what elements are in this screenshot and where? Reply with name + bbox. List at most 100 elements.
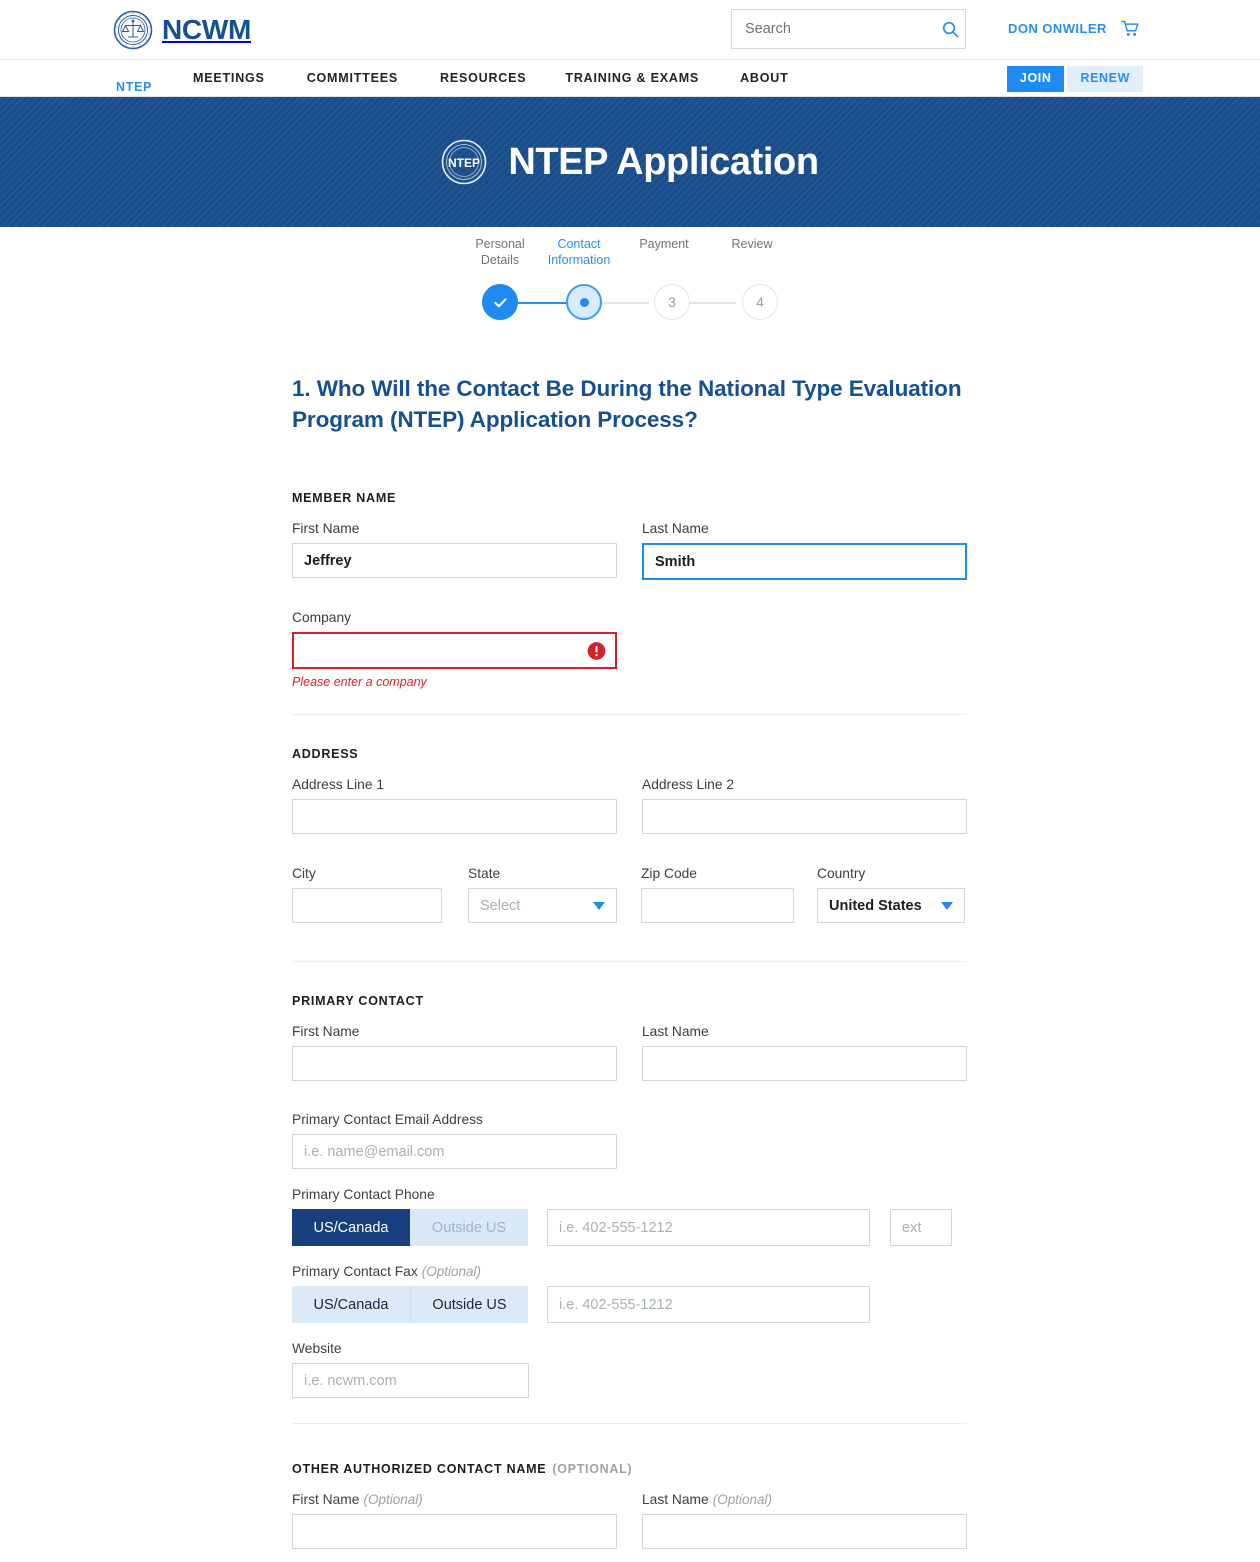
label-country: Country — [817, 866, 866, 881]
nav-item-resources[interactable]: RESOURCES — [440, 71, 526, 85]
step-connector-1 — [510, 302, 573, 304]
divider-after-primary-contact — [292, 1423, 967, 1424]
input-zip-code[interactable] — [641, 888, 794, 923]
input-city[interactable] — [292, 888, 442, 923]
main-nav: NTEP MEETINGS COMMITTEES RESOURCES TRAIN… — [0, 59, 1260, 97]
nav-item-committees[interactable]: COMMITTEES — [307, 71, 398, 85]
section-heading-other-text: OTHER AUTHORIZED CONTACT NAME — [292, 1462, 547, 1476]
renew-button[interactable]: RENEW — [1067, 66, 1143, 92]
top-bar: NCWM DON ONWILER — [0, 0, 1260, 59]
join-button[interactable]: JOIN — [1006, 66, 1065, 92]
svg-text:NTEP: NTEP — [448, 156, 480, 170]
input-primary-first-name[interactable] — [292, 1046, 617, 1081]
search-box[interactable] — [731, 9, 966, 49]
step-marker-4[interactable]: 4 — [742, 284, 778, 320]
question-title: 1. Who Will the Contact Be During the Na… — [292, 376, 962, 432]
address-lines-row: Address Line 1 Address Line 2 — [292, 776, 967, 847]
input-primary-last-name[interactable] — [642, 1046, 967, 1081]
input-primary-fax[interactable] — [547, 1286, 870, 1323]
step-label-payment[interactable]: Payment — [633, 237, 695, 253]
step-0-line1: Personal — [475, 237, 525, 251]
fax-region-toggle: US/Canada Outside US — [292, 1286, 528, 1323]
input-address-line-2[interactable] — [642, 799, 967, 834]
select-country[interactable]: United States — [817, 888, 965, 923]
label-primary-fax: Primary Contact Fax (Optional) — [292, 1263, 967, 1280]
label-primary-first-name: First Name — [292, 1024, 360, 1039]
ncwm-logo-link[interactable]: NCWM — [113, 10, 251, 50]
nav-item-meetings[interactable]: MEETINGS — [193, 71, 265, 85]
user-area: DON ONWILER — [1008, 20, 1140, 37]
ncwm-logo-text: NCWM — [162, 13, 251, 45]
field-primary-last-name: Last Name — [642, 1023, 967, 1081]
step-marker-2-active[interactable] — [566, 284, 602, 320]
field-website: Website — [292, 1340, 529, 1398]
label-other-first-name: First Name (Optional) — [292, 1491, 617, 1508]
field-address-line-1: Address Line 1 — [292, 776, 617, 834]
application-stepper: Personal Details Contact Information Pay… — [0, 227, 1260, 342]
step-label-personal-details[interactable]: Personal Details — [472, 237, 528, 268]
nav-item-training-exams[interactable]: TRAINING & EXAMS — [565, 71, 699, 85]
field-city: City — [292, 865, 442, 923]
input-other-last-name[interactable] — [642, 1514, 967, 1549]
nav-item-ntep[interactable]: NTEP — [116, 80, 152, 94]
field-primary-phone: Primary Contact Phone US/Canada Outside … — [292, 1186, 967, 1246]
fax-toggle-us-canada[interactable]: US/Canada — [292, 1286, 410, 1323]
section-heading-other-authorized-contact: OTHER AUTHORIZED CONTACT NAME (OPTIONAL) — [292, 1462, 967, 1476]
input-company[interactable] — [292, 632, 617, 669]
label-primary-email: Primary Contact Email Address — [292, 1112, 483, 1127]
label-member-last-name: Last Name — [642, 521, 709, 536]
step-label-review[interactable]: Review — [721, 237, 783, 253]
error-icon — [587, 641, 606, 660]
label-company: Company — [292, 610, 352, 625]
label-address-line-2: Address Line 2 — [642, 777, 735, 792]
field-zip-code: Zip Code — [641, 865, 794, 923]
nav-item-about[interactable]: ABOUT — [740, 71, 788, 85]
input-member-last-name[interactable] — [642, 543, 967, 580]
label-state: State — [468, 866, 501, 881]
label-primary-fax-text: Primary Contact Fax — [292, 1264, 418, 1279]
step-1-line1: Contact — [557, 237, 601, 251]
label-primary-fax-optional: (Optional) — [421, 1264, 482, 1279]
section-heading-other-optional: (OPTIONAL) — [552, 1462, 633, 1476]
select-state[interactable]: Select — [468, 888, 617, 923]
input-member-first-name[interactable] — [292, 543, 617, 578]
error-message-company: Please enter a company — [292, 675, 427, 689]
label-address-line-1: Address Line 1 — [292, 777, 385, 792]
field-primary-first-name: First Name — [292, 1023, 617, 1081]
section-heading-address: ADDRESS — [292, 747, 359, 761]
input-primary-phone-ext[interactable] — [890, 1209, 952, 1246]
label-other-first-name-optional: (Optional) — [363, 1492, 423, 1507]
search-icon[interactable] — [942, 21, 959, 38]
step-marker-3[interactable]: 3 — [654, 284, 690, 320]
field-address-line-2: Address Line 2 — [642, 776, 967, 834]
primary-contact-name-row: First Name Last Name — [292, 1023, 967, 1094]
label-other-first-name-text: First Name — [292, 1492, 360, 1507]
cart-icon[interactable] — [1121, 20, 1140, 37]
field-state: State Select — [468, 865, 617, 923]
check-icon — [493, 297, 507, 307]
ncwm-seal-icon — [113, 10, 153, 49]
search-input[interactable] — [732, 10, 942, 48]
step-label-contact-information[interactable]: Contact Information — [538, 237, 620, 268]
divider-after-member-name — [292, 714, 967, 715]
input-address-line-1[interactable] — [292, 799, 617, 834]
input-website[interactable] — [292, 1363, 529, 1398]
input-primary-phone[interactable] — [547, 1209, 870, 1246]
label-member-first-name: First Name — [292, 521, 360, 536]
label-city: City — [292, 866, 316, 881]
phone-toggle-us-canada[interactable]: US/Canada — [292, 1209, 410, 1246]
field-member-first-name: First Name — [292, 520, 617, 580]
step-marker-1-complete[interactable] — [482, 284, 518, 320]
field-other-first-name: First Name (Optional) — [292, 1491, 617, 1549]
field-member-last-name: Last Name — [642, 520, 967, 580]
other-contact-name-row: First Name (Optional) Last Name (Optional) — [292, 1491, 967, 1562]
label-other-last-name-optional: (Optional) — [712, 1492, 772, 1507]
fax-toggle-outside-us[interactable]: Outside US — [410, 1286, 528, 1323]
page-title: NTEP Application — [508, 140, 819, 183]
phone-toggle-outside-us[interactable]: Outside US — [410, 1209, 528, 1246]
user-account-link[interactable]: DON ONWILER — [1008, 21, 1107, 36]
page-banner: NTEP NTEP Application — [0, 97, 1260, 227]
nav-action-buttons: JOIN RENEW — [1006, 66, 1143, 92]
input-other-first-name[interactable] — [292, 1514, 617, 1549]
input-primary-email[interactable] — [292, 1134, 617, 1169]
